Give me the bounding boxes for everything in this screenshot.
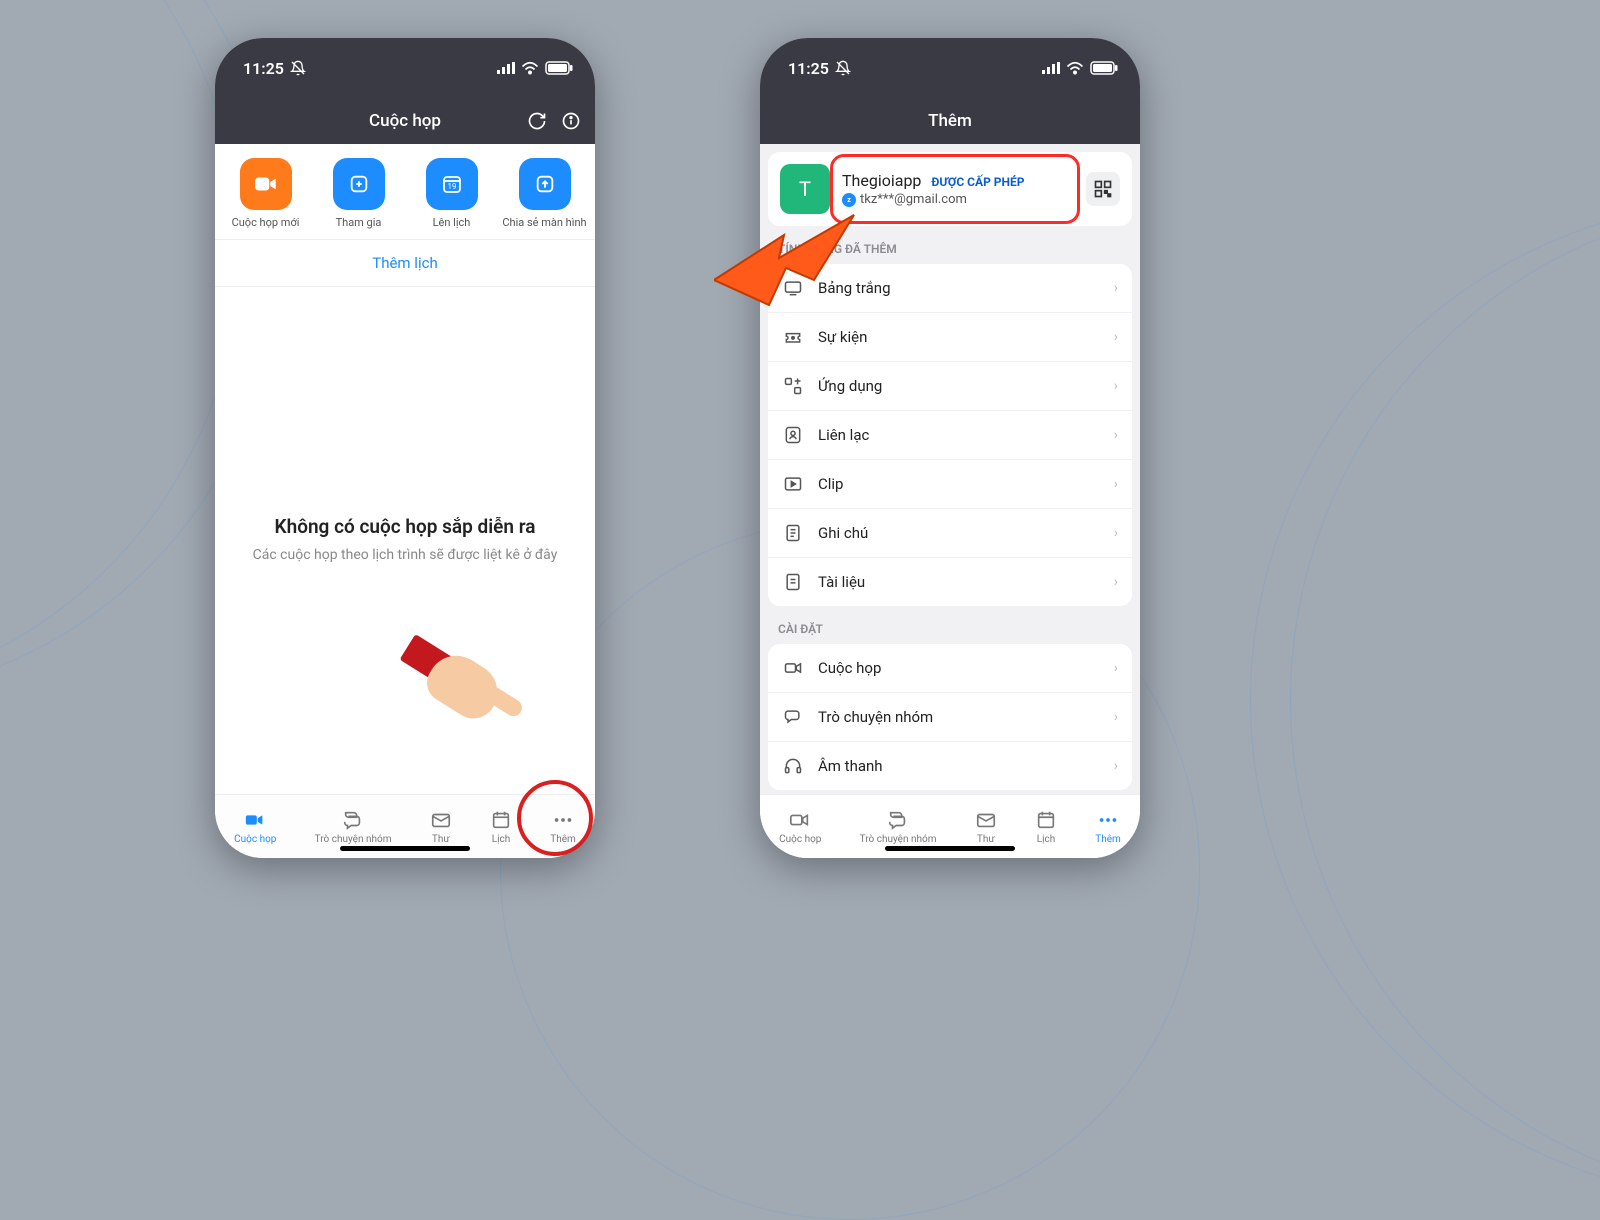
mail-icon (975, 809, 997, 831)
schedule-button[interactable]: 19 Lên lịch (407, 158, 497, 229)
list-item-notes[interactable]: Ghi chú › (768, 509, 1132, 558)
header-title: Cuộc họp (369, 111, 441, 131)
tab-more[interactable]: Thêm (1095, 809, 1121, 845)
doc-icon (782, 571, 804, 593)
phone-more: 11:25 Thêm T Thegioiapp ĐƯỢC CẤP PHÉP z … (760, 38, 1140, 858)
more-icon (1097, 809, 1119, 831)
tab-chat[interactable]: Trò chuyện nhóm (315, 809, 392, 845)
empty-title: Không có cuộc họp sắp diễn ra (275, 515, 536, 538)
tab-calendar[interactable]: Lịch (490, 809, 512, 845)
list-item-docs[interactable]: Tài liệu › (768, 558, 1132, 606)
list-item-events[interactable]: Sự kiện › (768, 313, 1132, 362)
chevron-right-icon: › (1114, 378, 1118, 394)
annotation-circle (517, 780, 593, 856)
header: Cuộc họp (215, 98, 595, 144)
chevron-right-icon: › (1114, 758, 1118, 774)
video-icon (244, 809, 266, 831)
apps-icon (782, 375, 804, 397)
tab-meetings[interactable]: Cuộc họp (234, 809, 276, 845)
license-badge: ĐƯỢC CẤP PHÉP (931, 175, 1024, 189)
wifi-icon (521, 61, 539, 75)
status-bar: 11:25 (215, 38, 595, 98)
chevron-right-icon: › (1114, 476, 1118, 492)
chevron-right-icon: › (1114, 574, 1118, 590)
plus-icon (348, 173, 370, 195)
wifi-icon (1066, 61, 1084, 75)
chevron-right-icon: › (1114, 660, 1118, 676)
tab-mail[interactable]: Thư (975, 809, 997, 845)
chat-icon (342, 809, 364, 831)
qr-button[interactable] (1086, 172, 1120, 206)
battery-icon (1090, 61, 1118, 75)
battery-icon (545, 61, 573, 75)
calendar-icon (490, 809, 512, 831)
list-item-audio-settings[interactable]: Âm thanh › (768, 742, 1132, 790)
header: Thêm (760, 98, 1140, 144)
profile-name: Thegioiapp (842, 171, 921, 190)
chevron-right-icon: › (1114, 280, 1118, 296)
note-icon (782, 522, 804, 544)
profile-email: z tkz***@gmail.com (842, 192, 1074, 207)
list-item-contacts[interactable]: Liên lạc › (768, 411, 1132, 460)
empty-subtitle: Các cuộc họp theo lịch trình sẽ được liệ… (253, 546, 558, 566)
signal-icon (497, 62, 515, 74)
list-item-clip[interactable]: Clip › (768, 460, 1132, 509)
chat-icon (887, 809, 909, 831)
headphone-icon (782, 755, 804, 777)
chat-icon (782, 706, 804, 728)
calendar-icon (1035, 809, 1057, 831)
calendar-icon: 19 (440, 172, 464, 196)
bell-off-icon (290, 60, 306, 76)
section-settings: CÀI ĐẶT (760, 606, 1140, 644)
settings-list: Cuộc họp › Trò chuyện nhóm › Âm thanh › (768, 644, 1132, 790)
tab-mail[interactable]: Thư (430, 809, 452, 845)
svg-text:19: 19 (447, 182, 456, 191)
status-bar: 11:25 (760, 38, 1140, 98)
video-icon (253, 171, 279, 197)
signal-icon (1042, 62, 1060, 74)
share-screen-button[interactable]: Chia sẻ màn hình (500, 158, 590, 229)
avatar: T (780, 164, 830, 214)
bell-off-icon (835, 60, 851, 76)
add-calendar-link[interactable]: Thêm lịch (215, 239, 595, 287)
list-item-chat-settings[interactable]: Trò chuyện nhóm › (768, 693, 1132, 742)
list-item-meeting-settings[interactable]: Cuộc họp › (768, 644, 1132, 693)
chevron-right-icon: › (1114, 427, 1118, 443)
play-icon (782, 473, 804, 495)
video-icon (782, 657, 804, 679)
list-item-apps[interactable]: Ứng dụng › (768, 362, 1132, 411)
zoom-icon: z (842, 193, 856, 207)
quick-actions: Cuộc họp mới Tham gia 19 Lên lịch Chia s… (215, 144, 595, 239)
header-title: Thêm (928, 111, 972, 131)
status-time: 11:25 (243, 59, 284, 78)
status-time: 11:25 (788, 59, 829, 78)
contact-icon (782, 424, 804, 446)
tab-meetings[interactable]: Cuộc họp (779, 809, 821, 845)
tab-calendar[interactable]: Lịch (1035, 809, 1057, 845)
tab-chat[interactable]: Trò chuyện nhóm (860, 809, 937, 845)
video-icon (789, 809, 811, 831)
ticket-icon (782, 326, 804, 348)
refresh-icon[interactable] (527, 111, 547, 131)
join-button[interactable]: Tham gia (314, 158, 404, 229)
new-meeting-button[interactable]: Cuộc họp mới (221, 158, 311, 229)
chevron-right-icon: › (1114, 709, 1118, 725)
chevron-right-icon: › (1114, 525, 1118, 541)
upload-icon (534, 173, 556, 195)
mail-icon (430, 809, 452, 831)
annotation-arrow (714, 210, 864, 320)
info-icon[interactable] (561, 111, 581, 131)
home-indicator (885, 846, 1015, 851)
home-indicator (340, 846, 470, 851)
annotation-pointer-hand (400, 640, 510, 750)
chevron-right-icon: › (1114, 329, 1118, 345)
